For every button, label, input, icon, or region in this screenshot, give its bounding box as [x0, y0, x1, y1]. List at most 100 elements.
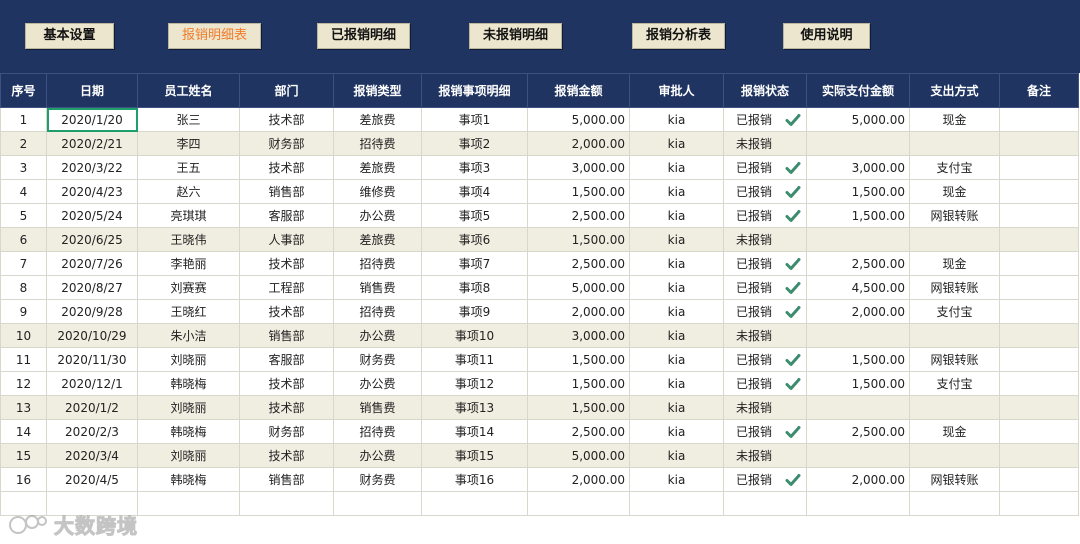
cell-date[interactable]: 2020/7/26	[46, 251, 138, 276]
cell-date[interactable]: 2020/8/27	[46, 275, 138, 300]
cell-paid-amount[interactable]: 1,500.00	[806, 371, 910, 396]
cell-payment-method[interactable]: 现金	[909, 419, 1000, 444]
cell-paid-amount[interactable]	[806, 395, 910, 420]
cell-date[interactable]	[46, 491, 138, 516]
nav-button-reimbursed-detail[interactable]: 已报销明细	[317, 23, 410, 49]
cell-amount[interactable]: 1,500.00	[527, 227, 630, 252]
cell-payment-method[interactable]: 现金	[909, 107, 1000, 132]
cell-employee-name[interactable]: 韩晓梅	[137, 419, 240, 444]
cell-amount[interactable]: 2,500.00	[527, 203, 630, 228]
cell-expense-detail[interactable]: 事项2	[421, 131, 528, 156]
cell-payment-method[interactable]: 支付宝	[909, 371, 1000, 396]
cell-expense-detail[interactable]: 事项1	[421, 107, 528, 132]
cell-status[interactable]: 已报销	[723, 371, 807, 396]
cell-payment-method[interactable]	[909, 395, 1000, 420]
cell-note[interactable]	[999, 347, 1079, 372]
nav-button-expense-detail[interactable]: 报销明细表	[168, 23, 261, 49]
cell-expense-detail[interactable]	[421, 491, 528, 516]
cell-employee-name[interactable]: 朱小洁	[137, 323, 240, 348]
cell-status[interactable]: 已报销	[723, 179, 807, 204]
cell-no[interactable]: 4	[0, 179, 47, 204]
cell-no[interactable]: 14	[0, 419, 47, 444]
cell-expense-type[interactable]: 差旅费	[333, 227, 422, 252]
cell-no[interactable]: 7	[0, 251, 47, 276]
cell-no[interactable]: 15	[0, 443, 47, 468]
cell-department[interactable]: 技术部	[239, 107, 334, 132]
header-status[interactable]: 报销状态	[723, 73, 807, 108]
header-employee-name[interactable]: 员工姓名	[137, 73, 240, 108]
cell-amount[interactable]: 2,000.00	[527, 467, 630, 492]
cell-department[interactable]: 技术部	[239, 443, 334, 468]
cell-approver[interactable]: kia	[629, 107, 724, 132]
cell-amount[interactable]: 3,000.00	[527, 323, 630, 348]
cell-date[interactable]: 2020/1/2	[46, 395, 138, 420]
cell-note[interactable]	[999, 443, 1079, 468]
cell-status[interactable]: 已报销	[723, 275, 807, 300]
cell-approver[interactable]	[629, 491, 724, 516]
cell-payment-method[interactable]: 现金	[909, 251, 1000, 276]
cell-department[interactable]: 技术部	[239, 395, 334, 420]
cell-paid-amount[interactable]: 2,500.00	[806, 251, 910, 276]
cell-note[interactable]	[999, 323, 1079, 348]
header-expense-type[interactable]: 报销类型	[333, 73, 422, 108]
cell-department[interactable]: 财务部	[239, 131, 334, 156]
cell-expense-type[interactable]: 招待费	[333, 251, 422, 276]
cell-expense-detail[interactable]: 事项5	[421, 203, 528, 228]
cell-expense-type[interactable]: 销售费	[333, 395, 422, 420]
cell-status[interactable]: 已报销	[723, 203, 807, 228]
cell-amount[interactable]: 5,000.00	[527, 107, 630, 132]
cell-approver[interactable]: kia	[629, 179, 724, 204]
cell-amount[interactable]: 2,500.00	[527, 419, 630, 444]
cell-amount[interactable]: 2,000.00	[527, 299, 630, 324]
cell-expense-type[interactable]: 维修费	[333, 179, 422, 204]
cell-date[interactable]: 2020/3/4	[46, 443, 138, 468]
cell-payment-method[interactable]: 网银转账	[909, 467, 1000, 492]
cell-note[interactable]	[999, 131, 1079, 156]
cell-employee-name[interactable]: 刘晓丽	[137, 443, 240, 468]
cell-expense-type[interactable]: 办公费	[333, 371, 422, 396]
cell-expense-detail[interactable]: 事项6	[421, 227, 528, 252]
cell-no[interactable]: 10	[0, 323, 47, 348]
cell-expense-detail[interactable]: 事项3	[421, 155, 528, 180]
cell-expense-type[interactable]: 销售费	[333, 275, 422, 300]
cell-employee-name[interactable]: 王晓红	[137, 299, 240, 324]
cell-approver[interactable]: kia	[629, 275, 724, 300]
cell-note[interactable]	[999, 155, 1079, 180]
cell-employee-name[interactable]: 韩晓梅	[137, 371, 240, 396]
cell-amount[interactable]: 2,000.00	[527, 131, 630, 156]
cell-expense-detail[interactable]: 事项9	[421, 299, 528, 324]
cell-date[interactable]: 2020/4/5	[46, 467, 138, 492]
cell-approver[interactable]: kia	[629, 323, 724, 348]
cell-department[interactable]: 销售部	[239, 323, 334, 348]
cell-status[interactable]	[723, 491, 807, 516]
cell-date[interactable]: 2020/2/3	[46, 419, 138, 444]
cell-paid-amount[interactable]	[806, 491, 910, 516]
nav-button-instructions[interactable]: 使用说明	[783, 23, 870, 49]
cell-no[interactable]: 1	[0, 107, 47, 132]
cell-paid-amount[interactable]: 3,000.00	[806, 155, 910, 180]
cell-approver[interactable]: kia	[629, 227, 724, 252]
cell-date[interactable]: 2020/9/28	[46, 299, 138, 324]
cell-paid-amount[interactable]: 1,500.00	[806, 203, 910, 228]
cell-expense-type[interactable]: 办公费	[333, 203, 422, 228]
cell-department[interactable]: 技术部	[239, 155, 334, 180]
nav-button-analysis[interactable]: 报销分析表	[632, 23, 725, 49]
cell-status[interactable]: 已报销	[723, 299, 807, 324]
cell-payment-method[interactable]: 支付宝	[909, 299, 1000, 324]
cell-paid-amount[interactable]	[806, 227, 910, 252]
cell-date[interactable]: 2020/12/1	[46, 371, 138, 396]
cell-note[interactable]	[999, 179, 1079, 204]
header-payment-method[interactable]: 支出方式	[909, 73, 1000, 108]
cell-expense-type[interactable]: 办公费	[333, 323, 422, 348]
cell-department[interactable]: 人事部	[239, 227, 334, 252]
cell-expense-detail[interactable]: 事项11	[421, 347, 528, 372]
cell-department[interactable]: 技术部	[239, 371, 334, 396]
cell-no[interactable]: 13	[0, 395, 47, 420]
cell-status[interactable]: 未报销	[723, 443, 807, 468]
cell-expense-detail[interactable]: 事项7	[421, 251, 528, 276]
nav-button-basic-settings[interactable]: 基本设置	[25, 23, 114, 49]
cell-expense-detail[interactable]: 事项16	[421, 467, 528, 492]
cell-no[interactable]	[0, 491, 47, 516]
cell-department[interactable]: 销售部	[239, 467, 334, 492]
cell-date[interactable]: 2020/5/24	[46, 203, 138, 228]
